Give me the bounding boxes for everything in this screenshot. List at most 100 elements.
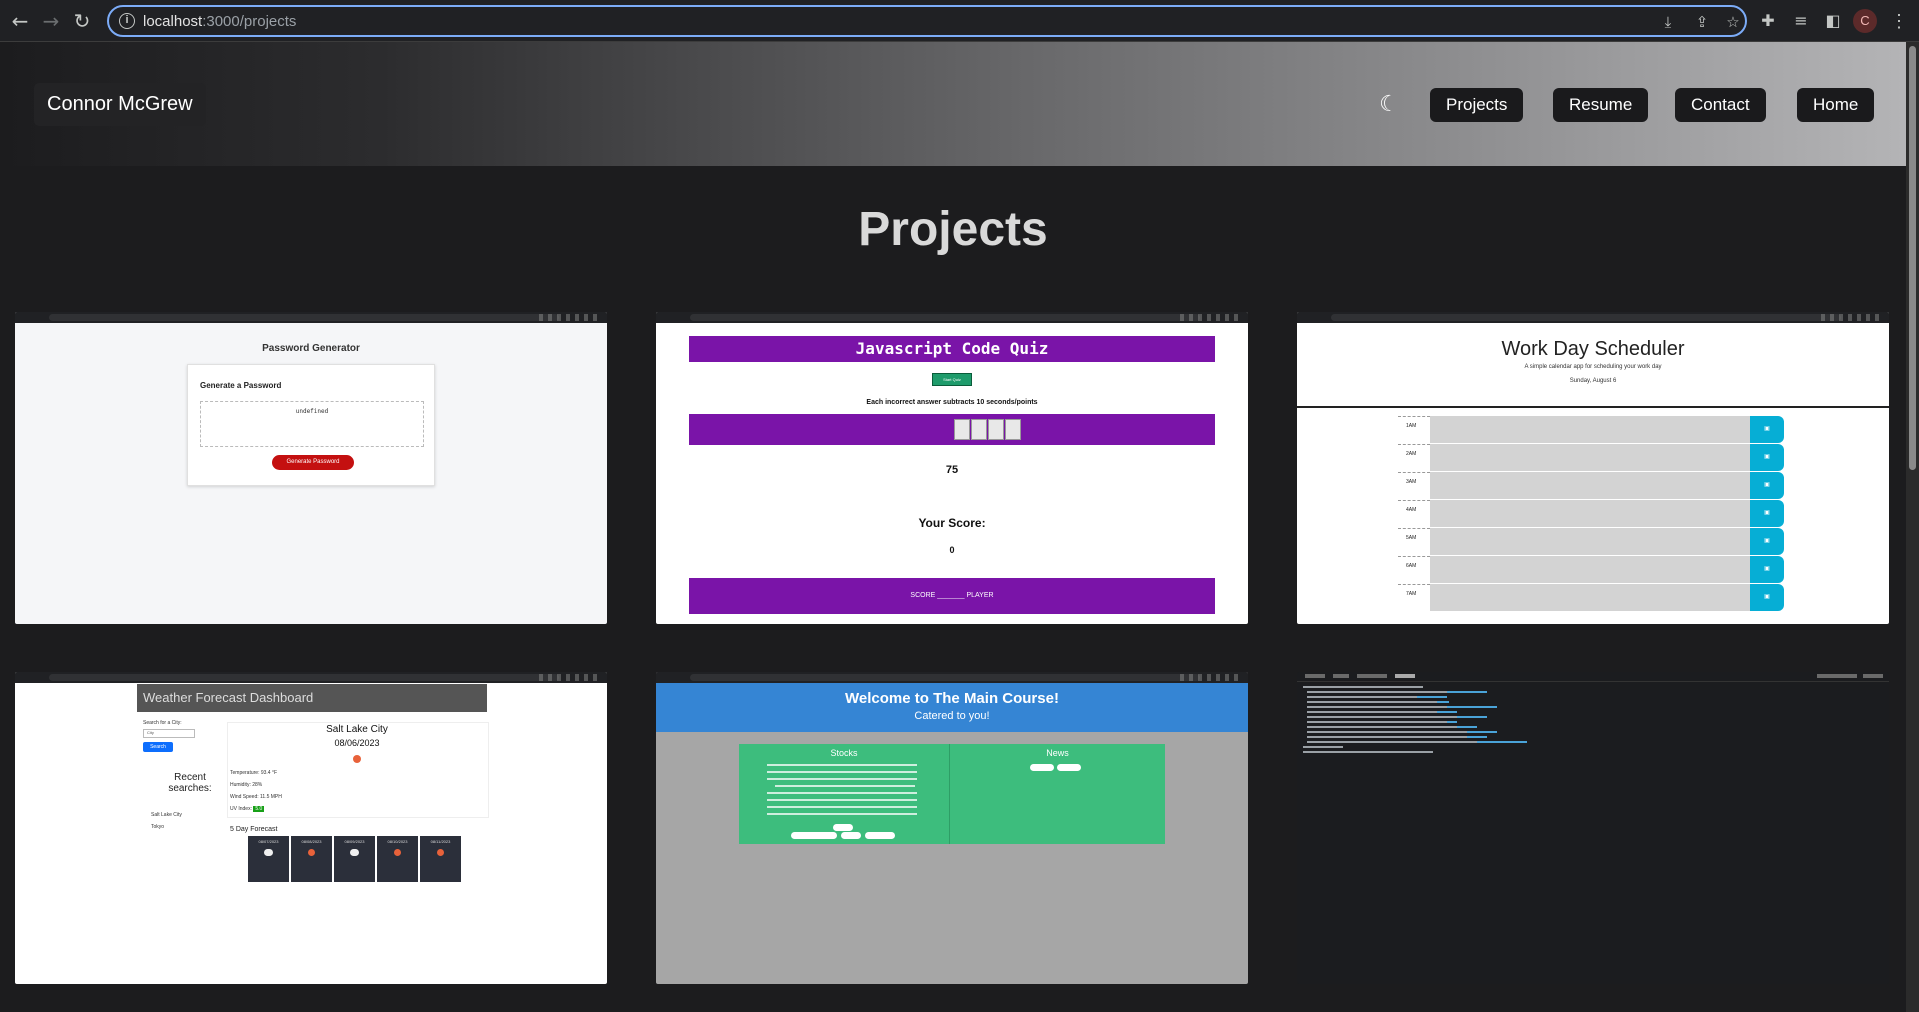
scheduler-date: Sunday, August 6 <box>1569 378 1617 384</box>
generator-subheading: Generate a Password <box>200 381 282 390</box>
forecast-day: 08/07/2023 <box>248 836 289 882</box>
dark-mode-moon-icon[interactable]: ☾ <box>1376 92 1402 118</box>
recent-item: Salt Lake City <box>151 812 182 818</box>
save-icon: ▣ <box>1750 416 1784 443</box>
project-card-password-generator[interactable]: Password Generator Generate a Password u… <box>15 312 607 624</box>
project-card-work-day-scheduler[interactable]: Work Day Scheduler A simple calendar app… <box>1297 312 1889 624</box>
hour-label: 1AM <box>1398 416 1430 443</box>
answer-band <box>689 414 1215 445</box>
time-block: 5AM ▣ <box>1398 528 1804 555</box>
temperature: Temperature: 93.4 °F <box>230 770 278 776</box>
save-icon: ▣ <box>1750 500 1784 527</box>
hour-label: 3AM <box>1398 472 1430 499</box>
screenshot-browser-bar <box>15 672 607 683</box>
stocks-title: Stocks <box>830 748 858 758</box>
uv-value: 5.0 <box>253 806 265 812</box>
page-scrollbar[interactable] <box>1906 42 1919 1012</box>
main-course-title: Welcome to The Main Course! <box>845 690 1059 707</box>
address-bar[interactable]: i localhost:3000/projects ⤓ ⇪ ☆ <box>107 5 1747 37</box>
city-input: City <box>143 729 195 738</box>
city-name: Salt Lake City <box>326 724 388 735</box>
time-block: 1AM ▣ <box>1398 416 1804 443</box>
page-viewport: Connor McGrew ☾ Projects Resume Contact … <box>0 42 1906 1012</box>
time-block: 6AM ▣ <box>1398 556 1804 583</box>
site-info-icon[interactable]: i <box>119 13 135 29</box>
screenshot-browser-bar <box>1297 312 1889 323</box>
cloud-icon <box>350 849 359 856</box>
project-card-code-quiz[interactable]: Javascript Code Quiz Start Quiz Each inc… <box>656 312 1248 624</box>
humidity: Humidity: 28% <box>230 782 263 788</box>
hour-label: 6AM <box>1398 556 1430 583</box>
time-block: 4AM ▣ <box>1398 500 1804 527</box>
nav-contact[interactable]: Contact <box>1675 88 1766 122</box>
page-title: Projects <box>858 203 1048 256</box>
sun-icon <box>437 849 444 856</box>
forecast-day: 08/09/2023 <box>334 836 375 882</box>
scrollbar-thumb[interactable] <box>1909 46 1916 470</box>
project-card-readme-generator[interactable] <box>1297 672 1889 984</box>
screenshot-browser-bar <box>656 312 1248 323</box>
generator-card: Generate a Password undefined Generate P… <box>187 364 435 486</box>
save-icon: ▣ <box>1750 556 1784 583</box>
time-block: 2AM ▣ <box>1398 444 1804 471</box>
forecast-day: 08/11/2023 <box>420 836 461 882</box>
forecast-title: 5 Day Forecast <box>230 826 278 833</box>
score-label: Your Score: <box>918 516 986 530</box>
project-heading: Password Generator <box>262 343 360 354</box>
save-icon: ▣ <box>1750 528 1784 555</box>
extensions-icon[interactable]: ✚ <box>1757 10 1779 32</box>
site-header: Connor McGrew ☾ Projects Resume Contact … <box>0 42 1906 166</box>
hour-label: 5AM <box>1398 528 1430 555</box>
profile-avatar[interactable]: C <box>1853 9 1877 33</box>
project-card-main-course[interactable]: Welcome to The Main Course! Catered to y… <box>656 672 1248 984</box>
hour-label: 4AM <box>1398 500 1430 527</box>
news-title: News <box>1046 748 1069 758</box>
install-app-icon[interactable]: ⤓ <box>1659 13 1677 31</box>
browser-toolbar: ← → ↻ i localhost:3000/projects ⤓ ⇪ ☆ ✚ … <box>0 0 1919 42</box>
nav-home[interactable]: Home <box>1797 88 1875 122</box>
browser-menu-icon[interactable]: ⋮ <box>1889 9 1909 33</box>
uv-label: UV Index: <box>230 806 252 812</box>
project-card-weather-dashboard[interactable]: Weather Forecast Dashboard Search for a … <box>15 672 607 984</box>
hour-label: 7AM <box>1398 584 1430 611</box>
nav-projects[interactable]: Projects <box>1430 88 1524 122</box>
forecast-day: 08/10/2023 <box>377 836 418 882</box>
sun-icon <box>353 755 361 763</box>
password-output: undefined <box>200 401 424 447</box>
reload-icon[interactable]: ↻ <box>70 9 94 33</box>
time-block: 7AM ▣ <box>1398 584 1804 611</box>
sun-icon <box>394 849 401 856</box>
start-quiz-button: Start Quiz <box>932 373 972 386</box>
cloud-icon <box>264 849 273 856</box>
bookmark-star-icon[interactable]: ☆ <box>1724 13 1742 31</box>
generate-password-button: Generate Password <box>272 455 354 470</box>
screenshot-browser-bar <box>15 312 607 323</box>
sun-icon <box>308 849 315 856</box>
site-brand[interactable]: Connor McGrew <box>34 83 206 126</box>
search-label: Search for a City: <box>143 720 182 726</box>
save-icon: ▣ <box>1750 444 1784 471</box>
hour-label: 2AM <box>1398 444 1430 471</box>
forecast-day: 08/08/2023 <box>291 836 332 882</box>
reading-list-icon[interactable]: ≡ <box>1790 10 1812 32</box>
save-icon: ▣ <box>1750 584 1784 611</box>
divider <box>1297 406 1889 408</box>
stocks-news-panel: Stocks News <box>739 744 1165 844</box>
screenshot-browser-bar <box>656 672 1248 683</box>
forward-icon[interactable]: → <box>39 9 63 33</box>
wind-speed: Wind Speed: 11.5 MPH <box>230 794 282 800</box>
url-host: localhost <box>143 13 203 30</box>
main-course-subtitle: Catered to you! <box>914 710 990 722</box>
url-path: :3000/projects <box>202 13 297 30</box>
quiz-timer: 75 <box>945 464 959 476</box>
quiz-warning: Each incorrect answer subtracts 10 secon… <box>866 399 1038 406</box>
side-panel-icon[interactable]: ◧ <box>1822 10 1844 32</box>
forecast-date: 08/10/2023 <box>387 839 408 844</box>
share-icon[interactable]: ⇪ <box>1693 13 1711 31</box>
back-icon[interactable]: ← <box>8 9 32 33</box>
nav-resume[interactable]: Resume <box>1553 88 1649 122</box>
score-footer: SCORE _______ PLAYER <box>689 578 1215 614</box>
main-course-hero: Welcome to The Main Course! Catered to y… <box>656 683 1248 732</box>
scheduler-tagline: A simple calendar app for scheduling you… <box>1524 364 1662 370</box>
score-value: 0 <box>949 545 955 555</box>
